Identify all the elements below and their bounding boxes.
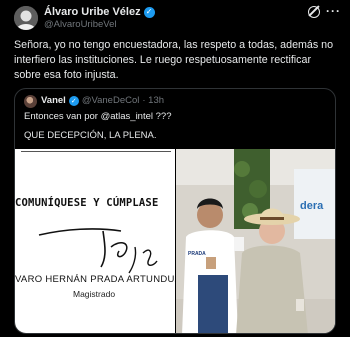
photo-illustration: dera PRADA — [176, 149, 335, 333]
document-top-line — [21, 149, 171, 152]
quoted-author-name: Vanel — [41, 95, 66, 106]
quoted-author-handle: @VaneDeCol — [81, 95, 140, 106]
author-handle[interactable]: @AlvaroUribeVel — [44, 19, 116, 30]
verified-badge-icon: ✓ — [68, 95, 79, 106]
author-name[interactable]: Álvaro Uribe Vélez — [44, 6, 141, 18]
document-signer-role: Magistrado — [73, 289, 116, 299]
quoted-author-row: Vanel ✓ @VaneDeCol · 13h — [41, 95, 164, 106]
quoted-text-line-1: Entonces van por @atlas_intel ??? — [24, 111, 172, 122]
tweet-text: Señora, yo no tengo encuestadora, las re… — [14, 39, 334, 81]
grok-icon[interactable] — [308, 6, 320, 18]
quoted-text-line-2: QUE DECEPCIÓN, LA PLENA. — [24, 130, 157, 141]
author-name-row[interactable]: Álvaro Uribe Vélez ✓ — [44, 6, 155, 18]
author-avatar[interactable] — [14, 6, 38, 30]
verified-badge-icon: ✓ — [143, 6, 155, 18]
document-comuniquese: COMUNÍQUESE Y CÚMPLASE — [15, 197, 159, 209]
quoted-tweet[interactable]: Vanel ✓ @VaneDeCol · 13h Entonces van po… — [14, 88, 336, 334]
more-options-icon[interactable]: ··· — [326, 4, 341, 18]
photo-image[interactable]: dera PRADA — [176, 149, 335, 333]
quoted-timestamp: · 13h — [142, 95, 165, 106]
shirt-text: PRADA — [188, 251, 206, 257]
signature-image — [38, 228, 158, 274]
document-signer-name: VARO HERNÁN PRADA ARTUNDUAGA — [15, 274, 175, 285]
document-image[interactable]: COMUNÍQUESE Y CÚMPLASE VARO HERNÁN PRADA… — [15, 149, 175, 333]
quoted-author-avatar — [24, 95, 37, 108]
sign-text: dera — [300, 200, 324, 212]
